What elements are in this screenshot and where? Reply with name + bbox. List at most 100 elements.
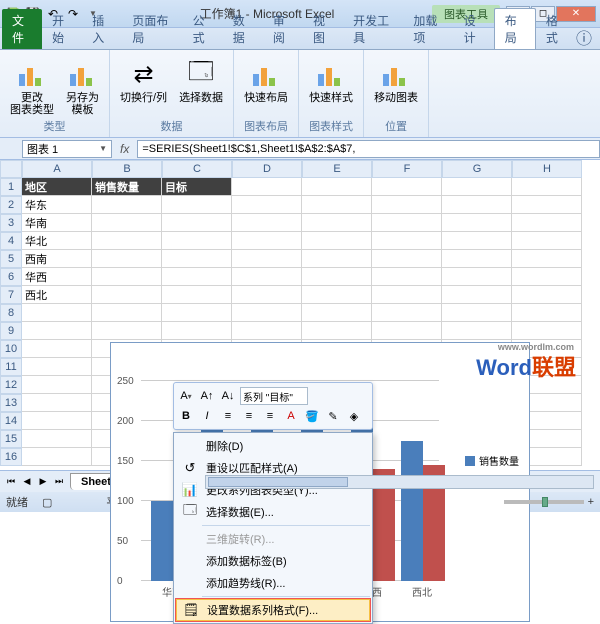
italic-icon[interactable]: I [198,407,216,425]
cell-G3[interactable] [442,214,512,232]
row-header-14[interactable]: 14 [0,412,22,430]
tab-developer[interactable]: 开发工具 [343,9,403,49]
bar-销售数量-西北[interactable] [401,441,423,581]
cell-G2[interactable] [442,196,512,214]
cell-G6[interactable] [442,268,512,286]
cell-C7[interactable] [162,286,232,304]
row-header-6[interactable]: 6 [0,268,22,286]
bold-icon[interactable]: B [177,407,195,425]
tab-nav-first[interactable]: ⏮ [4,475,18,489]
cell-C5[interactable] [162,250,232,268]
cell-D7[interactable] [232,286,302,304]
cell-F5[interactable] [372,250,442,268]
row-header-3[interactable]: 3 [0,214,22,232]
cell-G8[interactable] [442,304,512,322]
cell-A11[interactable] [22,358,92,376]
col-header-H[interactable]: H [512,160,582,178]
switch-row-col-button[interactable]: ⇄ 切换行/列 [116,56,171,106]
cell-A2[interactable]: 华东 [22,196,92,214]
cell-F2[interactable] [372,196,442,214]
effects-icon[interactable]: ◈ [345,407,363,425]
cell-H4[interactable] [512,232,582,250]
cell-A3[interactable]: 华南 [22,214,92,232]
cell-E4[interactable] [302,232,372,250]
cell-B7[interactable] [92,286,162,304]
zoom-in-button[interactable]: + [588,496,594,508]
cell-C8[interactable] [162,304,232,322]
cell-H5[interactable] [512,250,582,268]
cell-A15[interactable] [22,430,92,448]
cell-D5[interactable] [232,250,302,268]
cell-B1[interactable]: 销售数量 [92,178,162,196]
cell-B5[interactable] [92,250,162,268]
cell-F8[interactable] [372,304,442,322]
cell-H1[interactable] [512,178,582,196]
tab-nav-last[interactable]: ⏭ [52,475,66,489]
ctx-item-0[interactable]: 删除(D) [176,435,370,457]
tab-nav-next[interactable]: ▶ [36,475,50,489]
col-header-G[interactable]: G [442,160,512,178]
bar-销售数量-华东[interactable] [151,501,173,581]
row-header-5[interactable]: 5 [0,250,22,268]
col-header-A[interactable]: A [22,160,92,178]
quick-styles-button[interactable]: 快速样式 [305,56,357,106]
tab-design[interactable]: 设计 [454,9,494,49]
horizontal-scrollbar[interactable] [205,475,594,489]
change-chart-type-button[interactable]: 更改 图表类型 [6,56,58,118]
cell-A1[interactable]: 地区 [22,178,92,196]
tab-view[interactable]: 视图 [303,9,343,49]
cell-A12[interactable] [22,376,92,394]
tab-home[interactable]: 开始 [42,9,82,49]
cell-C9[interactable] [162,322,232,340]
tab-addins[interactable]: 加载项 [403,9,453,49]
cell-A14[interactable] [22,412,92,430]
cell-B6[interactable] [92,268,162,286]
cell-D9[interactable] [232,322,302,340]
cell-C4[interactable] [162,232,232,250]
font-color-icon[interactable]: A [282,407,300,425]
row-header-7[interactable]: 7 [0,286,22,304]
cell-A6[interactable]: 华西 [22,268,92,286]
quick-layout-button[interactable]: 快速布局 [240,56,292,106]
row-header-2[interactable]: 2 [0,196,22,214]
cell-G5[interactable] [442,250,512,268]
cell-H3[interactable] [512,214,582,232]
row-header-15[interactable]: 15 [0,430,22,448]
cell-E5[interactable] [302,250,372,268]
tab-insert[interactable]: 插入 [82,9,122,49]
cell-A13[interactable] [22,394,92,412]
col-header-E[interactable]: E [302,160,372,178]
cell-F4[interactable] [372,232,442,250]
cell-A16[interactable] [22,448,92,466]
cell-C3[interactable] [162,214,232,232]
font-grow-icon[interactable]: A↑ [198,387,216,405]
cell-G7[interactable] [442,286,512,304]
row-header-4[interactable]: 4 [0,232,22,250]
cell-D8[interactable] [232,304,302,322]
tab-data[interactable]: 数据 [223,9,263,49]
cell-B2[interactable] [92,196,162,214]
row-header-8[interactable]: 8 [0,304,22,322]
cell-G4[interactable] [442,232,512,250]
cell-B3[interactable] [92,214,162,232]
cell-B4[interactable] [92,232,162,250]
cell-F6[interactable] [372,268,442,286]
cell-D2[interactable] [232,196,302,214]
formula-bar[interactable]: =SERIES(Sheet1!$C$1,Sheet1!$A$2:$A$7, [137,140,600,158]
cell-H7[interactable] [512,286,582,304]
tab-review[interactable]: 审阅 [263,9,303,49]
cell-D4[interactable] [232,232,302,250]
cell-C6[interactable] [162,268,232,286]
row-header-11[interactable]: 11 [0,358,22,376]
row-header-9[interactable]: 9 [0,322,22,340]
cell-E7[interactable] [302,286,372,304]
align3-icon[interactable]: ≡ [261,407,279,425]
font-shrink-icon[interactable]: A↓ [219,387,237,405]
ctx-item-5[interactable]: 添加数据标签(B) [176,550,370,572]
cell-F1[interactable] [372,178,442,196]
cell-D3[interactable] [232,214,302,232]
cell-F7[interactable] [372,286,442,304]
row-header-16[interactable]: 16 [0,448,22,466]
tab-pagelayout[interactable]: 页面布局 [122,9,182,49]
cell-C1[interactable]: 目标 [162,178,232,196]
